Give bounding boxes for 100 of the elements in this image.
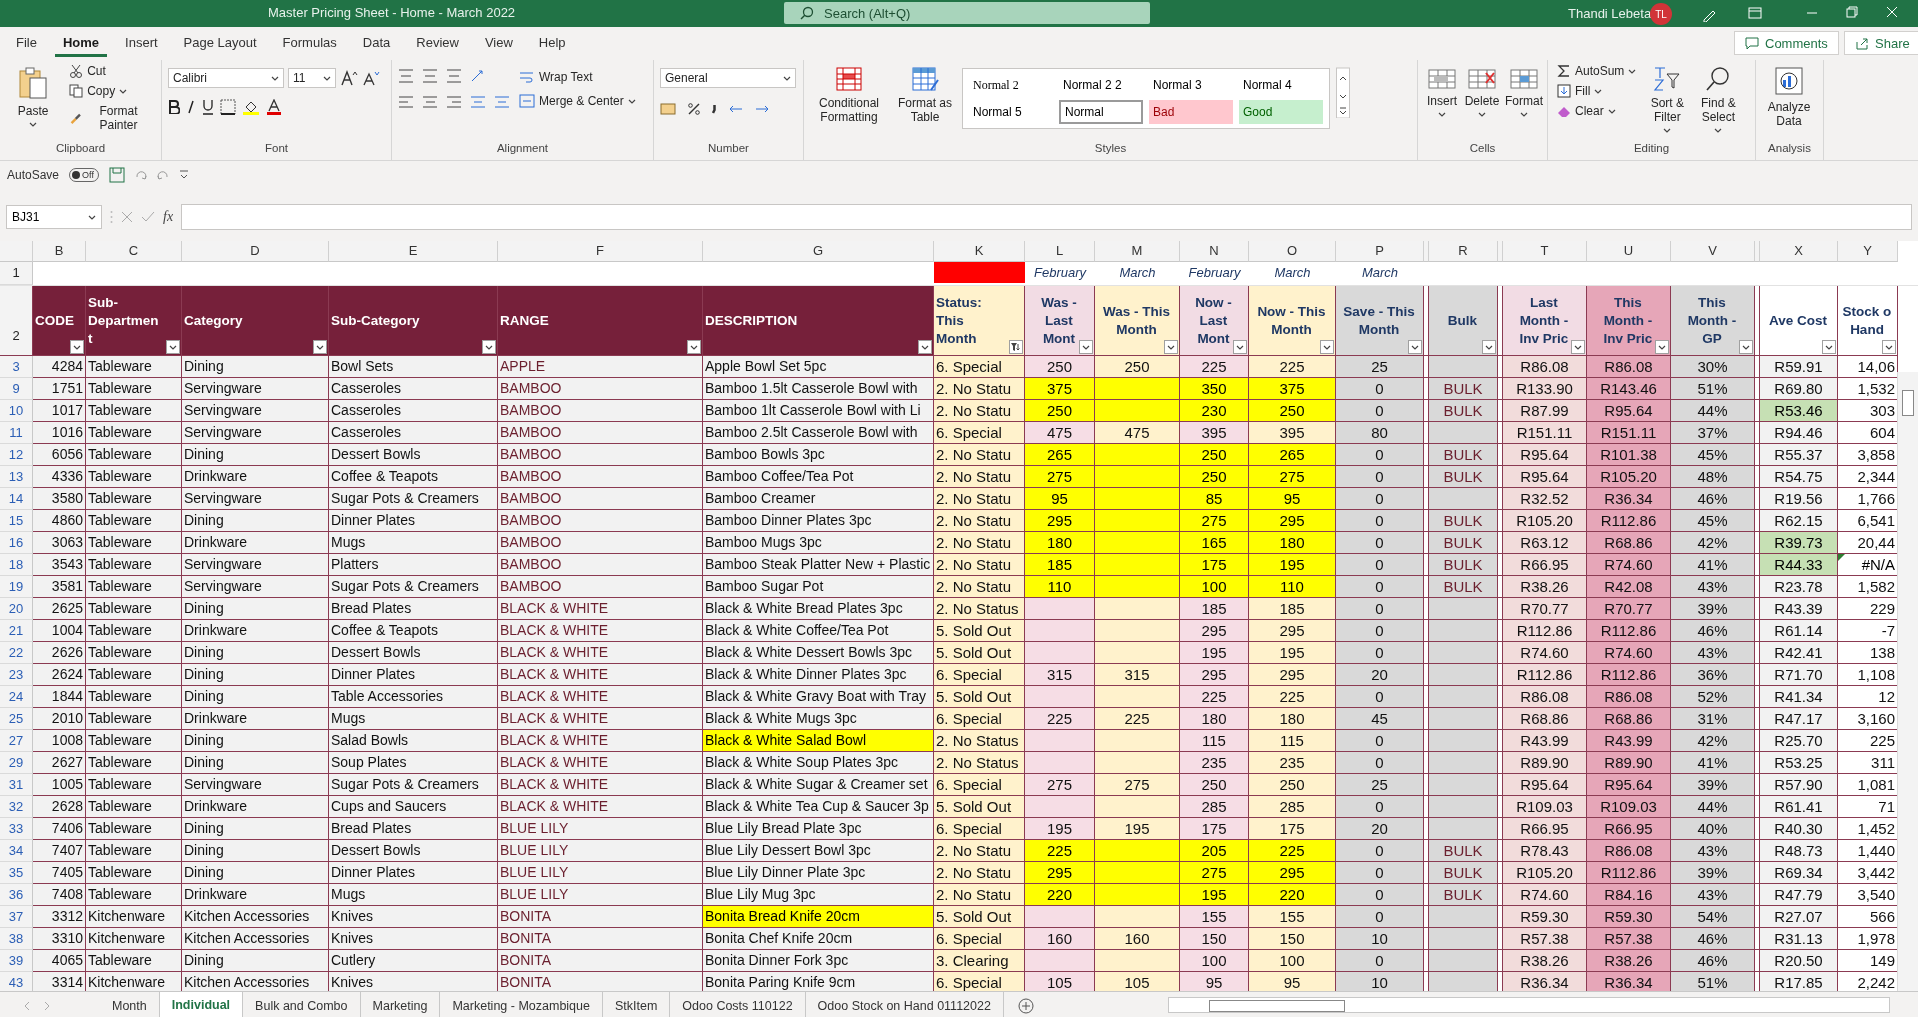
column-header[interactable]: N (1180, 241, 1249, 262)
cell-style[interactable]: Normal 2 2 (1059, 73, 1143, 97)
row-number[interactable]: 32 (0, 796, 33, 818)
filter-button[interactable] (1079, 340, 1093, 354)
column-header[interactable]: P (1336, 241, 1424, 262)
column-header[interactable]: R (1429, 241, 1498, 262)
filter-button[interactable] (166, 340, 180, 354)
comments-button[interactable]: Comments (1734, 31, 1839, 55)
menu-tab[interactable]: Data (354, 30, 399, 57)
row-number[interactable]: 20 (0, 598, 33, 620)
row-number[interactable]: 43 (0, 972, 33, 991)
cell-style[interactable]: Bad (1149, 100, 1233, 124)
menu-tab[interactable]: Help (530, 30, 574, 57)
row-number[interactable]: 13 (0, 466, 33, 488)
horizontal-scrollbar[interactable] (1168, 997, 1890, 1013)
vertical-scrollbar[interactable] (1897, 372, 1918, 991)
column-header[interactable]: K (934, 241, 1025, 262)
row-number[interactable]: 33 (0, 818, 33, 840)
search-field[interactable]: Search (Alt+Q) (784, 2, 1150, 24)
paste-button[interactable]: Paste (6, 62, 61, 142)
row-number[interactable]: 9 (0, 378, 33, 400)
sheet-tab[interactable]: Bulk and Combo (243, 992, 361, 1017)
row-number[interactable]: 25 (0, 708, 33, 730)
column-header[interactable]: T (1503, 241, 1587, 262)
find-select-button[interactable]: Find & Select (1695, 62, 1742, 142)
share-button[interactable]: Share (1844, 31, 1918, 55)
menu-tab[interactable]: File (8, 30, 45, 57)
cell-style[interactable]: Normal 4 (1239, 73, 1323, 97)
row-number[interactable]: 38 (0, 928, 33, 950)
column-header[interactable]: B (33, 241, 86, 262)
sheet-tab[interactable]: Odoo Costs 110122 (670, 992, 806, 1017)
filter-button[interactable] (1009, 340, 1023, 354)
format-as-table-button[interactable]: Format as Table (894, 62, 956, 142)
sheet-tab[interactable]: StkItem (602, 992, 671, 1017)
column-header[interactable]: X (1760, 241, 1838, 262)
menu-tab[interactable]: View (476, 30, 521, 57)
filter-button[interactable] (1882, 340, 1896, 354)
filter-button[interactable] (1320, 340, 1334, 354)
row-number[interactable]: 3 (0, 356, 33, 378)
column-header[interactable]: V (1671, 241, 1755, 262)
row-number[interactable]: 18 (0, 554, 33, 576)
cell-style[interactable]: Normal 2 (969, 73, 1053, 97)
sheet-tab[interactable]: Individual (159, 992, 244, 1017)
row-number[interactable]: 22 (0, 642, 33, 664)
column-header[interactable]: M (1095, 241, 1180, 262)
row-number[interactable]: 15 (0, 510, 33, 532)
row-number[interactable]: 11 (0, 422, 33, 444)
insert-button[interactable]: Insert (1424, 62, 1460, 142)
number-format-field[interactable]: General (660, 68, 796, 88)
row-number[interactable]: 29 (0, 752, 33, 774)
format-painter-button[interactable]: Format Painter (66, 102, 155, 134)
autosum-button[interactable]: AutoSum (1554, 62, 1640, 80)
row-number[interactable]: 31 (0, 774, 33, 796)
column-header[interactable]: C (86, 241, 182, 262)
format-button[interactable]: Format (1504, 62, 1544, 142)
filter-button[interactable] (482, 340, 496, 354)
conditional-formatting-button[interactable]: Conditional Formatting (810, 62, 888, 142)
row-number[interactable]: 12 (0, 444, 33, 466)
cell-style[interactable]: Good (1239, 100, 1323, 124)
copy-button[interactable]: Copy (66, 82, 155, 100)
user-avatar[interactable]: TL (1650, 3, 1672, 25)
row-number[interactable]: 34 (0, 840, 33, 862)
row-number[interactable]: 19 (0, 576, 33, 598)
row-number[interactable]: 1 (0, 262, 33, 285)
name-box[interactable]: BJ31 (6, 205, 102, 229)
column-header[interactable]: Y (1838, 241, 1898, 262)
row-number[interactable]: 21 (0, 620, 33, 642)
cell-style[interactable]: Normal 5 (969, 100, 1053, 124)
row-number[interactable]: 24 (0, 686, 33, 708)
column-header[interactable]: D (182, 241, 329, 262)
column-header[interactable]: G (703, 241, 934, 262)
row-number[interactable]: 10 (0, 400, 33, 422)
menu-tab[interactable]: Review (408, 30, 467, 57)
insert-function-button[interactable]: fx (163, 209, 174, 225)
column-header[interactable]: O (1249, 241, 1336, 262)
delete-button[interactable]: Delete (1462, 62, 1502, 142)
menu-tab[interactable]: Home (54, 30, 108, 57)
row-number[interactable]: 23 (0, 664, 33, 686)
fill-button[interactable]: Fill (1554, 82, 1640, 100)
font-size-field[interactable]: 11 (288, 68, 336, 88)
row-number[interactable]: 39 (0, 950, 33, 972)
clear-button[interactable]: Clear (1554, 102, 1640, 120)
row-number[interactable]: 14 (0, 488, 33, 510)
menu-tab[interactable]: Insert (117, 30, 166, 57)
font-family-field[interactable]: Calibri (168, 68, 284, 88)
filter-button[interactable] (918, 340, 932, 354)
filter-button[interactable] (1233, 340, 1247, 354)
row-number[interactable]: 2 (0, 286, 33, 356)
cut-button[interactable]: Cut (66, 62, 155, 80)
column-header[interactable]: L (1025, 241, 1095, 262)
filter-button[interactable] (1655, 340, 1669, 354)
cell-style[interactable]: Normal (1059, 100, 1143, 124)
filter-button[interactable] (1482, 340, 1496, 354)
cell-style[interactable]: Normal 3 (1149, 73, 1233, 97)
wrap-text-button[interactable]: Wrap Text (516, 68, 639, 86)
row-number[interactable]: 35 (0, 862, 33, 884)
column-header[interactable]: E (329, 241, 498, 262)
filter-button[interactable] (1822, 340, 1836, 354)
sheet-tab[interactable]: Odoo Stock on Hand 01112022 (805, 992, 1004, 1017)
filter-button[interactable] (1408, 340, 1422, 354)
